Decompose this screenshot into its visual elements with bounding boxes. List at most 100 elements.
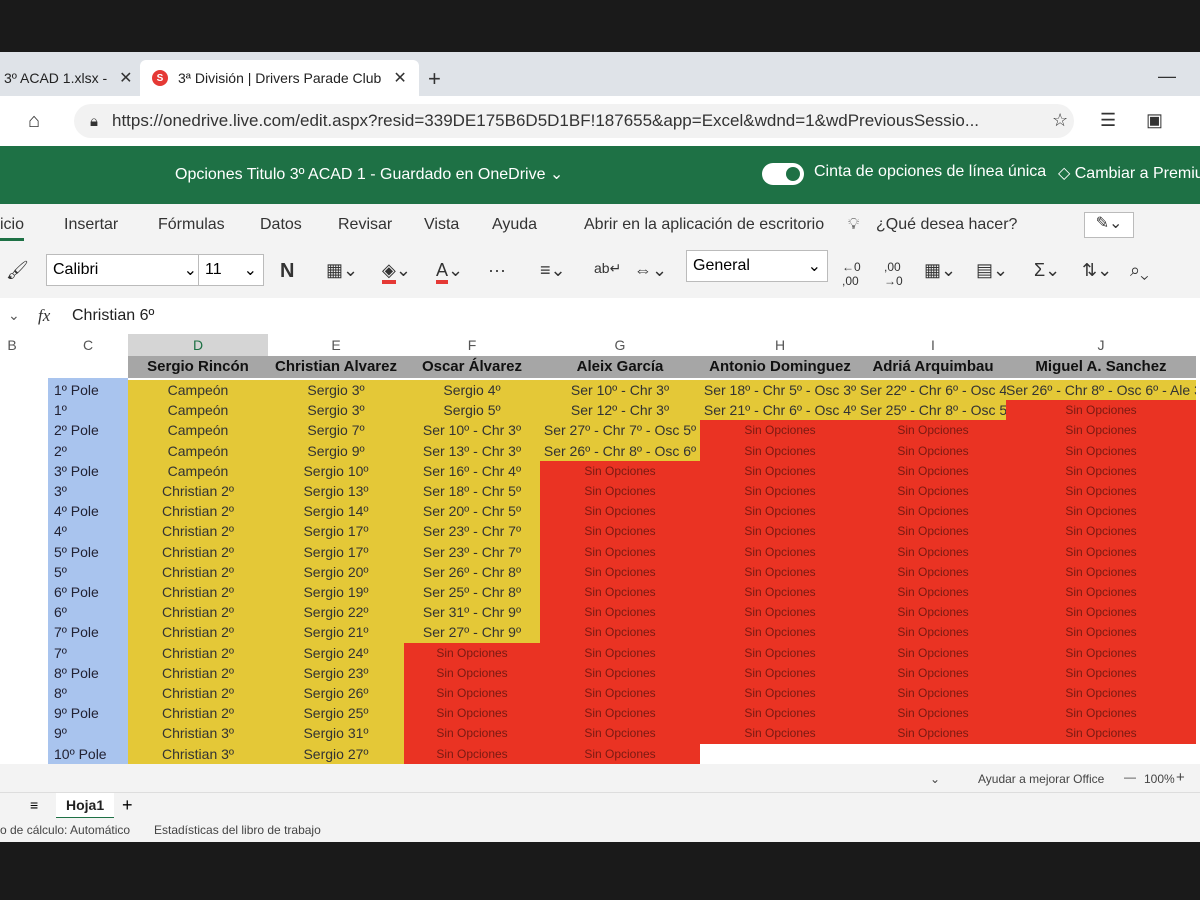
cell-i[interactable]: Sin Opciones	[860, 642, 1006, 664]
formula-input[interactable]: Christian 6º	[72, 307, 154, 325]
cell-g[interactable]: Sin Opciones	[540, 582, 700, 603]
cell-e[interactable]: Sergio 3º	[268, 380, 404, 401]
cell-g[interactable]: Sin Opciones	[540, 481, 700, 502]
favorites-icon[interactable]: ☰	[1100, 110, 1116, 131]
cell-e[interactable]: Sergio 19º	[268, 582, 404, 603]
format-painter-icon[interactable]: 🖌︎	[6, 260, 29, 281]
cell-d[interactable]: Christian 2º	[128, 622, 268, 644]
cell-g[interactable]: Sin Opciones	[540, 541, 700, 563]
favorite-star-icon[interactable]: ☆	[1052, 110, 1068, 131]
borders-icon[interactable]: ▦⌄	[326, 260, 358, 281]
cell-j[interactable]: Sin Opciones	[1006, 440, 1196, 462]
header-oscar[interactable]: Oscar Álvarez	[404, 356, 540, 378]
cell-h[interactable]: Sin Opciones	[700, 703, 860, 725]
row-label[interactable]: 4º Pole	[54, 501, 99, 522]
cell-h[interactable]: Sin Opciones	[700, 622, 860, 644]
font-name-select[interactable]: Calibri ⌄	[46, 254, 204, 286]
tab-datos[interactable]: Datos	[260, 216, 302, 234]
cell-h[interactable]: Sin Opciones	[700, 723, 860, 745]
font-size-select[interactable]: 11 ⌄	[198, 254, 264, 286]
cell-i[interactable]: Sin Opciones	[860, 703, 1006, 725]
cell-g[interactable]: Sin Opciones	[540, 561, 700, 583]
cell-e[interactable]: Sergio 14º	[268, 501, 404, 523]
cell-d[interactable]: Christian 2º	[128, 683, 268, 704]
cell-g[interactable]: Sin Opciones	[540, 642, 700, 664]
cell-j[interactable]: Sin Opciones	[1006, 460, 1196, 482]
cell-j[interactable]: Sin Opciones	[1006, 662, 1196, 684]
cell-h[interactable]: Ser 21º - Chr 6º - Osc 4º	[700, 400, 860, 422]
open-desktop-app[interactable]: Abrir en la aplicación de escritorio	[584, 216, 824, 234]
cell-e[interactable]: Sergio 7º	[268, 420, 404, 442]
cell-f[interactable]: Sin Opciones	[404, 723, 540, 745]
header-miguel[interactable]: Miguel A. Sanchez	[1006, 356, 1196, 378]
cell-f[interactable]: Sin Opciones	[404, 662, 540, 684]
tab-vista[interactable]: Vista	[424, 216, 459, 234]
header-antonio[interactable]: Antonio Dominguez	[700, 356, 860, 378]
cell-i[interactable]: Sin Opciones	[860, 501, 1006, 523]
cell-j[interactable]: Sin Opciones	[1006, 602, 1196, 624]
row-label[interactable]: 10º Pole	[54, 744, 107, 765]
cell-i[interactable]: Sin Opciones	[860, 460, 1006, 482]
single-line-ribbon-toggle[interactable]	[762, 163, 804, 185]
cell-e[interactable]: Sergio 9º	[268, 440, 404, 462]
font-color-icon[interactable]: A⌄	[436, 260, 463, 284]
spreadsheet-grid[interactable]: B C D E F G H I J Sergio Rincón Christia…	[0, 334, 1200, 765]
more-icon[interactable]: ···	[488, 260, 506, 281]
cell-g[interactable]: Sin Opciones	[540, 460, 700, 482]
url-field[interactable]: 🔒︎ https://onedrive.live.com/edit.aspx?r…	[74, 104, 1074, 138]
row-label[interactable]: 6º	[54, 602, 67, 623]
zoom-in-icon[interactable]: +	[1176, 769, 1185, 786]
cell-i[interactable]: Sin Opciones	[860, 420, 1006, 442]
name-box-chevron-icon[interactable]: ⌄	[8, 307, 20, 324]
row-label[interactable]: 7º	[54, 643, 67, 664]
cell-f[interactable]: Ser 27º - Chr 9º	[404, 622, 540, 644]
cell-g[interactable]: Sin Opciones	[540, 723, 700, 745]
cell-f[interactable]: Sergio 4º	[404, 380, 540, 401]
row-label[interactable]: 6º Pole	[54, 582, 99, 603]
tab-drivers-parade[interactable]: S 3ª División | Drivers Parade Club ✕	[140, 60, 419, 96]
cell-g[interactable]: Sin Opciones	[540, 743, 700, 765]
cell-i[interactable]: Sin Opciones	[860, 723, 1006, 745]
cell-e[interactable]: Sergio 10º	[268, 460, 404, 482]
col-header-e[interactable]: E	[268, 334, 404, 356]
cell-d[interactable]: Campeón	[128, 440, 268, 462]
row-label[interactable]: 5º	[54, 562, 67, 583]
cell-h[interactable]: Sin Opciones	[700, 420, 860, 442]
cell-d[interactable]: Christian 2º	[128, 602, 268, 624]
cell-d[interactable]: Christian 2º	[128, 561, 268, 583]
cell-g[interactable]: Sin Opciones	[540, 521, 700, 543]
fill-color-icon[interactable]: ◈⌄	[382, 260, 411, 284]
cell-j[interactable]: Sin Opciones	[1006, 481, 1196, 502]
cell-h[interactable]: Sin Opciones	[700, 683, 860, 704]
cell-f[interactable]: Ser 18º - Chr 5º	[404, 481, 540, 502]
cell-j[interactable]: Sin Opciones	[1006, 723, 1196, 745]
zoom-out-icon[interactable]: —	[1124, 770, 1136, 784]
cell-i[interactable]: Sin Opciones	[860, 541, 1006, 563]
tell-me-search[interactable]: ¿Qué desea hacer?	[876, 216, 1017, 234]
cell-e[interactable]: Sergio 21º	[268, 622, 404, 644]
row-label[interactable]: 1º Pole	[54, 380, 99, 401]
cell-j[interactable]: Sin Opciones	[1006, 501, 1196, 523]
cell-e[interactable]: Sergio 22º	[268, 602, 404, 624]
cell-g[interactable]: Sin Opciones	[540, 622, 700, 644]
premium-button[interactable]: ◇ Cambiar a Premium	[1058, 163, 1200, 183]
cell-i[interactable]: Ser 25º - Chr 8º - Osc 5º	[860, 400, 1006, 422]
col-header-c[interactable]: C	[48, 334, 128, 356]
col-header-i[interactable]: I	[860, 334, 1006, 356]
cell-d[interactable]: Christian 2º	[128, 541, 268, 563]
cell-g[interactable]: Sin Opciones	[540, 683, 700, 704]
cell-d[interactable]: Christian 2º	[128, 703, 268, 725]
number-format-select[interactable]: General ⌄	[686, 250, 828, 282]
cell-h[interactable]: Sin Opciones	[700, 582, 860, 603]
row-label[interactable]: 5º Pole	[54, 542, 99, 563]
cell-e[interactable]: Sergio 13º	[268, 481, 404, 502]
cell-d[interactable]: Christian 2º	[128, 662, 268, 684]
cell-e[interactable]: Sergio 26º	[268, 683, 404, 704]
cell-j[interactable]: Sin Opciones	[1006, 561, 1196, 583]
cell-f[interactable]: Sin Opciones	[404, 743, 540, 765]
increase-decimal-icon[interactable]: ←0,00	[842, 260, 861, 288]
cell-f[interactable]: Ser 10º - Chr 3º	[404, 420, 540, 442]
cell-e[interactable]: Sergio 24º	[268, 642, 404, 664]
row-label[interactable]: 9º	[54, 723, 67, 744]
cell-e[interactable]: Sergio 20º	[268, 561, 404, 583]
